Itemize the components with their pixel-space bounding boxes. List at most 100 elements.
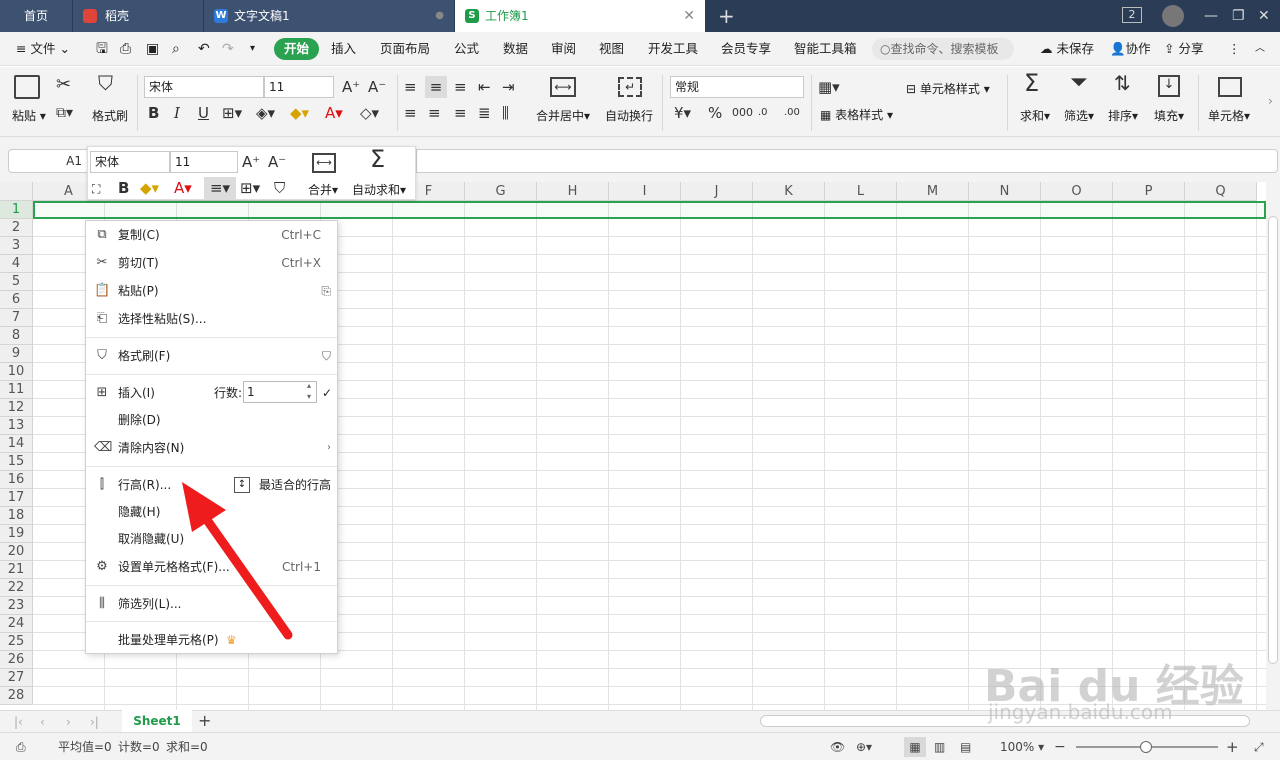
command-search[interactable]: ○查找命令、搜索模板 (872, 38, 1014, 60)
undo-icon[interactable]: ↶ (198, 32, 210, 66)
copy-icon[interactable]: ⧉▾ (56, 105, 73, 121)
cell-style-button[interactable]: ⊟ 单元格样式 ▾ (906, 80, 990, 97)
vertical-scrollbar[interactable] (1266, 182, 1280, 710)
more-icon[interactable]: ⋮ (1228, 32, 1241, 66)
row-header-24[interactable]: 24 (0, 615, 33, 633)
mini-font-size-select[interactable]: 11 (170, 151, 238, 173)
find-icon[interactable]: ⌕ (172, 32, 180, 66)
fill-pattern-icon[interactable]: ◈▾ (256, 105, 275, 121)
border-icon[interactable]: ⊞▾ (222, 105, 242, 121)
increase-decimal-icon[interactable]: .0 (758, 105, 768, 121)
mini-bold-icon[interactable]: B (118, 180, 129, 196)
redo-icon[interactable]: ↷ (222, 32, 234, 66)
print-icon[interactable]: ⎙ (120, 32, 131, 66)
close-window-icon[interactable]: ✕ (1258, 0, 1270, 32)
row-header-10[interactable]: 10 (0, 363, 33, 381)
table-style-button[interactable]: ▦ 表格样式 ▾ (820, 106, 893, 123)
row-header-14[interactable]: 14 (0, 435, 33, 453)
quick-access-dropdown-icon[interactable]: ▾ (250, 32, 255, 66)
mini-fill-color-icon[interactable]: ◆▾ (140, 180, 159, 196)
tab-page-layout[interactable]: 页面布局 (380, 32, 430, 66)
sort-button[interactable]: 排序▾ (1108, 107, 1138, 124)
decrease-decimal-icon[interactable]: .00 (784, 105, 800, 121)
align-center-icon[interactable]: ≡ (428, 105, 441, 121)
justify-icon[interactable]: ≣ (478, 105, 491, 121)
sheet-tab-sheet1[interactable]: Sheet1 (122, 710, 192, 732)
row-header-13[interactable]: 13 (0, 417, 33, 435)
menu-item-copy[interactable]: ⧉ 复制(C) Ctrl+C (86, 222, 337, 248)
merge-center-button[interactable]: 合并居中▾ (536, 107, 590, 124)
selected-row-1[interactable] (33, 201, 1266, 219)
row-header-2[interactable]: 2 (0, 219, 33, 237)
name-box[interactable]: A1 (8, 149, 88, 173)
mini-autosum-button[interactable]: 自动求和▾ (352, 181, 406, 198)
fill-icon[interactable]: ↓ (1158, 75, 1180, 97)
font-color-icon[interactable]: A▾ (325, 105, 343, 121)
normal-view-icon[interactable]: ▦ (904, 737, 926, 757)
tab-review[interactable]: 审阅 (551, 32, 576, 66)
row-header-27[interactable]: 27 (0, 669, 33, 687)
indent-increase-icon[interactable]: ⇥ (502, 79, 515, 95)
sort-icon[interactable]: ⇅ (1114, 73, 1131, 93)
column-header-g[interactable]: G (465, 182, 537, 201)
column-header-o[interactable]: O (1041, 182, 1113, 201)
menu-item-paste-special[interactable]: ⎗ 选择性粘贴(S)... (86, 306, 337, 332)
paste-text-only-icon[interactable]: ⎘ (321, 278, 331, 304)
cell-icon[interactable] (1218, 77, 1242, 97)
wrap-text-icon[interactable]: ↵ (618, 77, 642, 97)
sum-icon[interactable]: Σ (1024, 71, 1039, 95)
row-header-1[interactable]: 1 (0, 201, 33, 219)
tab-dot-icon[interactable]: ● (435, 0, 444, 32)
filter-button[interactable]: 筛选▾ (1064, 107, 1094, 124)
indent-decrease-icon[interactable]: ⇤ (478, 79, 491, 95)
align-top-icon[interactable]: ≡ (404, 79, 417, 95)
column-header-p[interactable]: P (1113, 182, 1185, 201)
eye-protect-icon[interactable]: 👁 (830, 733, 845, 761)
row-header-6[interactable]: 6 (0, 291, 33, 309)
ribbon-scroll-right-icon[interactable]: › (1268, 93, 1273, 109)
confirm-check-icon[interactable]: ✓ (322, 380, 332, 406)
mini-font-shrink-icon[interactable]: A⁻ (268, 154, 286, 170)
tab-insert[interactable]: 插入 (331, 32, 356, 66)
avatar[interactable] (1162, 5, 1184, 27)
fill-color-icon[interactable]: ◆▾ (290, 105, 309, 121)
minimize-icon[interactable]: — (1204, 0, 1218, 32)
menu-item-clear[interactable]: ⌫ 清除内容(N) › (86, 435, 337, 461)
font-grow-icon[interactable]: A⁺ (342, 79, 360, 95)
tab-formula[interactable]: 公式 (454, 32, 479, 66)
tab-view[interactable]: 视图 (599, 32, 624, 66)
paste-icon[interactable] (14, 75, 40, 99)
column-header-l[interactable]: L (825, 182, 897, 201)
filter-icon[interactable]: ⏷ (1070, 72, 1088, 94)
fill-button[interactable]: 填充▾ (1154, 107, 1184, 124)
font-shrink-icon[interactable]: A⁻ (368, 79, 386, 95)
rows-count-input[interactable]: 1 (243, 381, 317, 403)
paste-button[interactable]: 粘贴 ▾ (12, 107, 46, 124)
mini-font-name-select[interactable]: 宋体 (90, 151, 170, 173)
format-painter-button[interactable]: 格式刷 (92, 107, 128, 124)
row-header-15[interactable]: 15 (0, 453, 33, 471)
tab-start[interactable]: 开始 (274, 38, 320, 60)
underline-icon[interactable]: U (198, 105, 209, 121)
format-painter-alt-icon[interactable]: ⛉ (322, 343, 331, 369)
align-left-icon[interactable]: ≡ (404, 105, 417, 121)
formula-bar[interactable] (416, 149, 1278, 173)
align-bottom-icon[interactable]: ≡ (454, 79, 467, 95)
tab-home[interactable]: 首页 (0, 0, 72, 32)
mini-font-grow-icon[interactable]: A⁺ (242, 154, 260, 170)
window-count-badge[interactable]: 2 (1122, 7, 1142, 23)
column-header-m[interactable]: M (897, 182, 969, 201)
row-header-26[interactable]: 26 (0, 651, 33, 669)
share-button[interactable]: ⇪ 分享 (1164, 32, 1203, 66)
menu-item-format-painter[interactable]: ⛉ 格式刷(F) ⛉ (86, 343, 337, 369)
row-header-28[interactable]: 28 (0, 687, 33, 705)
mini-border-icon[interactable]: ⊞▾ (240, 180, 260, 196)
collapse-ribbon-icon[interactable]: ︿ (1255, 32, 1265, 66)
zoom-out-icon[interactable]: − (1054, 733, 1066, 761)
row-header-17[interactable]: 17 (0, 489, 33, 507)
row-header-21[interactable]: 21 (0, 561, 33, 579)
row-header-3[interactable]: 3 (0, 237, 33, 255)
tab-member[interactable]: 会员专享 (721, 32, 771, 66)
row-header-16[interactable]: 16 (0, 471, 33, 489)
tab-smart-tools[interactable]: 智能工具箱 (794, 32, 857, 66)
